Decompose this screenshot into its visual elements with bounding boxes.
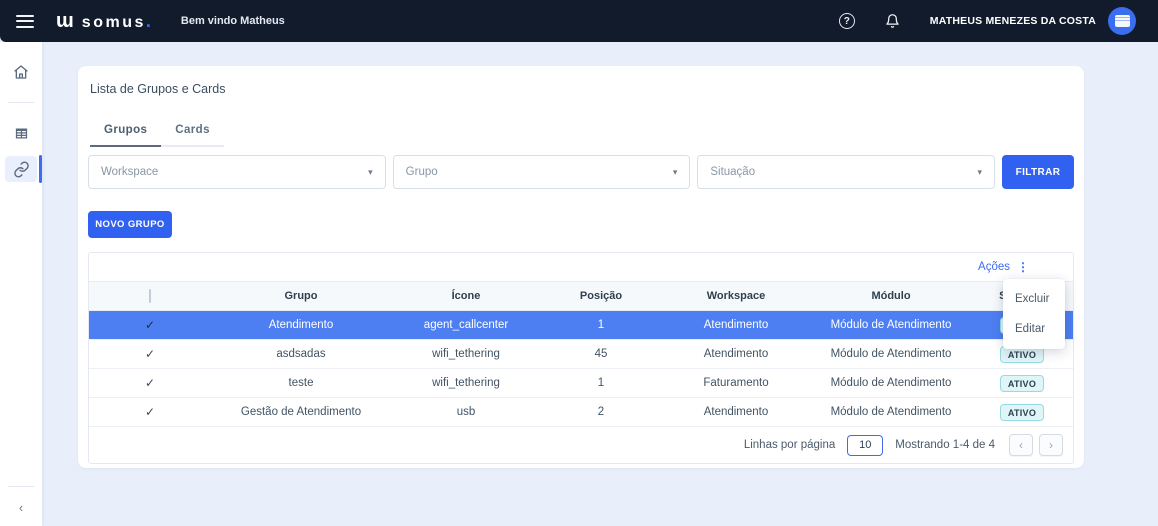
help-glyph: ?	[843, 15, 850, 27]
sidebar-item-grupos-cards[interactable]	[0, 155, 42, 183]
status-badge: ATIVO	[999, 403, 1045, 421]
chevron-right-icon: ›	[1049, 438, 1053, 452]
select-all-checkbox[interactable]	[149, 289, 151, 303]
cell-modulo: Módulo de Atendimento	[830, 406, 952, 418]
cell-posicao: 1	[597, 319, 605, 331]
help-icon[interactable]: ?	[838, 13, 855, 29]
avatar-image	[1114, 15, 1130, 27]
cell-posicao: 1	[597, 377, 605, 389]
welcome-text: Bem vindo Matheus	[180, 15, 285, 27]
sidebar: ‹	[0, 42, 42, 526]
workspace-placeholder: Workspace	[101, 166, 159, 178]
brand-dot: .	[145, 10, 151, 31]
sidebar-bottom: ‹	[0, 486, 42, 516]
cell-modulo: Módulo de Atendimento	[830, 348, 952, 360]
cell-modulo: Módulo de Atendimento	[830, 319, 952, 331]
cell-modulo: Módulo de Atendimento	[830, 377, 952, 389]
list-icon	[15, 128, 27, 138]
rows-per-page-input[interactable]	[847, 434, 884, 456]
col-grupo: Grupo	[284, 290, 318, 302]
table-row[interactable]: ✓ teste wifi_tethering 1 Faturamento Mód…	[89, 369, 1073, 398]
tab-cards[interactable]: Cards	[161, 118, 224, 147]
chevron-left-icon: ‹	[1019, 438, 1023, 452]
topbar-right: ? MATHEUS MENEZES DA COSTA	[838, 7, 1136, 35]
content-card: Lista de Grupos e Cards Grupos Cards Wor…	[78, 66, 1084, 468]
filtrar-button[interactable]: FILTRAR	[1002, 155, 1075, 189]
situacao-select[interactable]: Situação ▾	[697, 155, 996, 189]
user-name: MATHEUS MENEZES DA COSTA	[929, 15, 1096, 27]
app-window: ɯ somus . Bem vindo Matheus ? MATHEUS ME…	[0, 0, 1158, 526]
check-icon[interactable]: ✓	[145, 347, 155, 361]
caret-down-icon: ▾	[672, 166, 678, 177]
filter-bar: Workspace ▾ Grupo ▾ Situação ▾ FILTRAR	[88, 155, 1075, 189]
check-icon[interactable]: ✓	[145, 318, 155, 332]
cell-workspace: Atendimento	[703, 406, 769, 418]
brand-mark-icon: ɯ	[56, 9, 74, 32]
rows-per-page-label: Linhas por página	[743, 439, 836, 451]
acoes-button[interactable]: Ações ⋮	[978, 260, 1029, 274]
avatar[interactable]	[1108, 7, 1136, 35]
cell-icone: wifi_tethering	[432, 377, 500, 389]
active-indicator	[39, 155, 42, 183]
user-chip[interactable]: MATHEUS MENEZES DA COSTA	[930, 7, 1136, 35]
showing-label: Mostrando 1-4 de 4	[895, 439, 995, 451]
topbar: ɯ somus . Bem vindo Matheus ? MATHEUS ME…	[0, 0, 1158, 42]
grupo-select[interactable]: Grupo ▾	[392, 155, 691, 189]
caret-down-icon: ▾	[977, 166, 983, 177]
status-badge: ATIVO	[999, 374, 1045, 392]
prev-page-button[interactable]: ‹	[1009, 434, 1033, 456]
actions-menu: Excluir Editar	[1003, 279, 1065, 349]
next-page-button[interactable]: ›	[1039, 434, 1063, 456]
tabs: Grupos Cards	[90, 118, 1074, 147]
cell-icone: wifi_tethering	[432, 348, 500, 360]
table-row[interactable]: ✓ Atendimento agent_callcenter 1 Atendim…	[89, 311, 1073, 340]
caret-down-icon: ▾	[368, 166, 373, 177]
col-workspace: Workspace	[706, 290, 766, 302]
cell-posicao: 45	[594, 348, 608, 360]
brand-text: somus	[81, 13, 146, 31]
pagination: ‹ ›	[1009, 434, 1063, 456]
workspace-select[interactable]: Workspace ▾	[88, 155, 386, 189]
cell-grupo: Gestão de Atendimento	[240, 406, 362, 418]
situacao-placeholder: Situação	[710, 166, 756, 178]
sidebar-item-home[interactable]	[0, 58, 42, 86]
cell-icone: agent_callcenter	[423, 319, 509, 331]
check-icon[interactable]: ✓	[145, 376, 155, 390]
col-modulo: Módulo	[871, 290, 911, 302]
table-row[interactable]: ✓ Gestão de Atendimento usb 2 Atendiment…	[89, 398, 1073, 427]
novo-grupo-button[interactable]: NOVO GRUPO	[88, 211, 172, 238]
menu-item-editar[interactable]: Editar	[1003, 314, 1065, 344]
notifications-icon[interactable]	[885, 13, 900, 29]
grupo-placeholder: Grupo	[405, 166, 438, 178]
cell-grupo: teste	[288, 377, 314, 389]
col-posicao: Posição	[579, 290, 623, 302]
table-header: Grupo Ícone Posição Workspace Módulo Sit…	[89, 281, 1073, 311]
table-actions-row: Ações ⋮	[89, 253, 1073, 281]
somus-logo: ɯ somus .	[56, 11, 151, 32]
acoes-label: Ações	[978, 261, 1010, 273]
sidebar-divider	[8, 486, 34, 487]
table-row[interactable]: ✓ asdsadas wifi_tethering 45 Atendimento…	[89, 340, 1073, 369]
collapse-sidebar-icon[interactable]: ‹	[13, 499, 29, 516]
tab-grupos[interactable]: Grupos	[90, 118, 162, 147]
cell-grupo: Atendimento	[268, 319, 334, 331]
kebab-icon: ⋮	[1017, 260, 1029, 274]
page-title: Lista de Grupos e Cards	[90, 82, 226, 96]
cell-workspace: Atendimento	[703, 348, 769, 360]
check-icon[interactable]: ✓	[145, 405, 155, 419]
cell-workspace: Atendimento	[703, 319, 769, 331]
cell-icone: usb	[456, 406, 476, 418]
sidebar-item-list[interactable]	[0, 119, 42, 147]
menu-icon[interactable]	[16, 14, 34, 28]
groups-table: Ações ⋮ Grupo Ícone Posição Workspace Mó…	[88, 252, 1074, 464]
home-icon	[14, 65, 28, 79]
menu-item-excluir[interactable]: Excluir	[1003, 284, 1065, 314]
sidebar-divider	[8, 102, 34, 103]
cell-grupo: asdsadas	[276, 348, 326, 360]
cell-posicao: 2	[597, 406, 605, 418]
table-footer: Linhas por página Mostrando 1-4 de 4 ‹ ›	[89, 427, 1073, 463]
link-icon	[13, 161, 29, 177]
col-icone: Ícone	[451, 290, 481, 302]
cell-workspace: Faturamento	[703, 377, 769, 389]
